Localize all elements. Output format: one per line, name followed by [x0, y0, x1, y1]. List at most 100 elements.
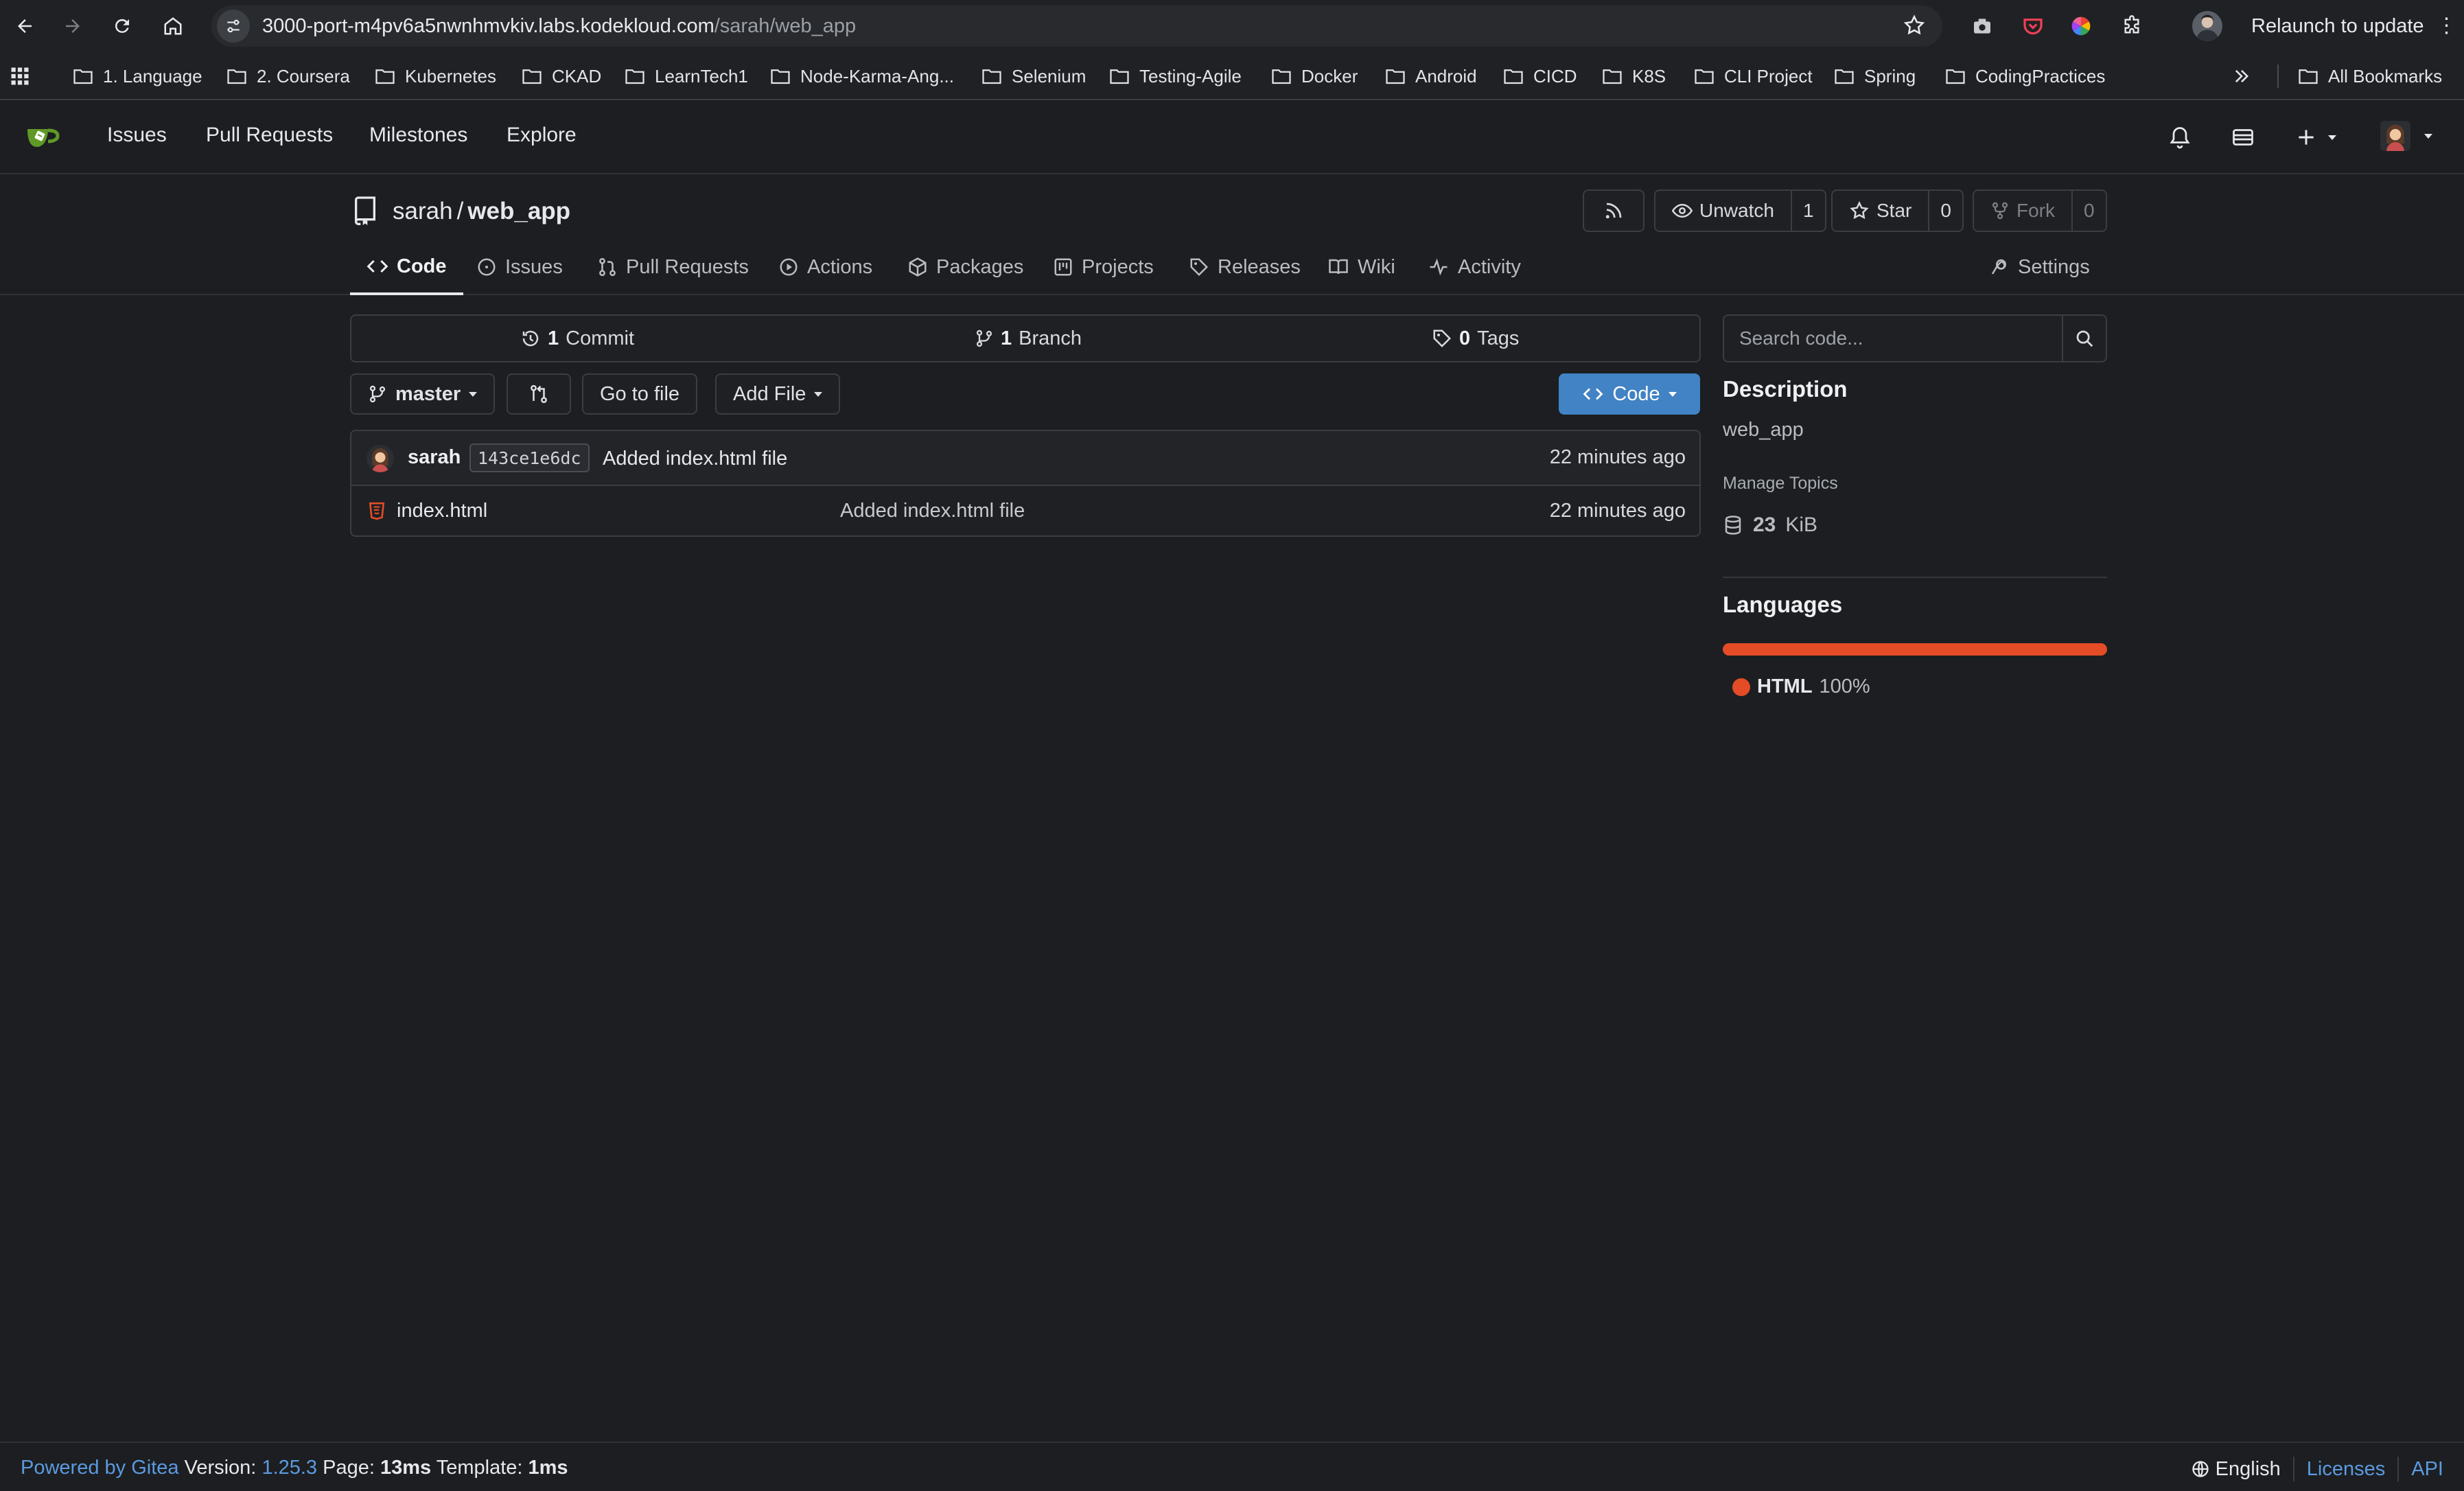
search-button[interactable] — [2062, 316, 2106, 361]
bookmark-item[interactable]: Android — [1385, 62, 1477, 91]
tab-projects[interactable]: Projects — [1053, 240, 1154, 294]
tab-releases[interactable]: Releases — [1189, 240, 1301, 294]
rss-feed-button[interactable] — [1583, 189, 1644, 232]
bookmark-item[interactable]: LearnTech1 — [625, 62, 748, 91]
clone-code-button[interactable]: Code — [1559, 373, 1700, 415]
relaunch-button[interactable]: Relaunch to update ⋮ — [2236, 5, 2464, 47]
fork-button: Fork 0 — [1973, 189, 2107, 232]
color-wheel-extension-icon[interactable] — [2067, 12, 2095, 40]
bookmark-item[interactable]: Testing-Agile — [1109, 62, 1242, 91]
bookmark-item[interactable]: Spring — [1834, 62, 1916, 91]
package-icon — [909, 257, 927, 277]
tab-settings[interactable]: Settings — [1989, 240, 2090, 294]
watch-count[interactable]: 1 — [1790, 191, 1825, 231]
bookmark-item[interactable]: Node-Karma-Ang... — [770, 62, 954, 91]
address-bar[interactable]: 3000-port-m4pv6a5nwnhmvkiv.labs.kodeklou… — [211, 5, 1942, 47]
extensions-puzzle-icon[interactable] — [2118, 12, 2146, 40]
forward-button[interactable] — [56, 10, 89, 43]
repo-description: web_app — [1723, 419, 1804, 441]
bookmark-item[interactable]: 1. Language — [73, 62, 202, 91]
bookmark-item[interactable]: Selenium — [981, 62, 1086, 91]
chevron-down-icon — [1668, 391, 1677, 397]
folder-icon — [1695, 69, 1714, 84]
commit-message[interactable]: Added index.html file — [603, 448, 787, 470]
url-text: 3000-port-m4pv6a5nwnhmvkiv.labs.kodeklou… — [262, 14, 857, 37]
unwatch-button[interactable]: Unwatch 1 — [1654, 189, 1826, 232]
nav-milestones-link[interactable]: Milestones — [369, 124, 467, 147]
repo-name-link[interactable]: web_app — [467, 198, 570, 225]
bookmark-label: CodingPractices — [1975, 65, 2106, 86]
bookmark-label: K8S — [1632, 65, 1666, 86]
bookmarks-overflow-icon[interactable] — [2232, 62, 2251, 91]
fork-label: Fork — [2016, 200, 2055, 221]
folder-icon — [771, 69, 790, 84]
repo-title: sarah / web_app — [351, 196, 570, 227]
language-selector[interactable]: English — [2191, 1458, 2281, 1481]
tab-code[interactable]: Code — [350, 240, 463, 295]
compare-button[interactable] — [507, 373, 571, 415]
tab-issues[interactable]: Issues — [476, 240, 563, 294]
tag-icon — [1433, 330, 1452, 348]
tag-icon — [1190, 258, 1209, 277]
commits-link[interactable]: 1 Commit — [520, 316, 634, 361]
bookmark-item[interactable]: Docker — [1271, 62, 1358, 91]
language-item-html[interactable]: HTML 100% — [1732, 675, 1870, 698]
tab-pull-requests[interactable]: Pull Requests — [597, 240, 749, 294]
powered-by-gitea-link[interactable]: Powered by Gitea — [21, 1457, 179, 1479]
tab-actions[interactable]: Actions — [778, 240, 872, 294]
nav-explore-link[interactable]: Explore — [507, 124, 577, 147]
bookmark-star-icon[interactable] — [1903, 14, 1926, 37]
notifications-bell-icon[interactable] — [2167, 125, 2192, 150]
bookmark-item[interactable]: CodingPractices — [1945, 62, 2105, 91]
reload-button[interactable] — [106, 10, 139, 43]
tab-activity[interactable]: Activity — [1428, 240, 1521, 294]
bookmark-item[interactable]: CKAD — [522, 62, 601, 91]
version-link[interactable]: 1.25.3 — [261, 1457, 317, 1479]
camera-extension-icon[interactable] — [1968, 12, 1996, 40]
all-bookmarks-button[interactable]: All Bookmarks — [2298, 62, 2442, 91]
bookmark-item[interactable]: CICD — [1503, 62, 1577, 91]
star-button[interactable]: Star 0 — [1831, 189, 1964, 232]
manage-topics-link[interactable]: Manage Topics — [1723, 474, 1838, 494]
add-file-button[interactable]: Add File — [715, 373, 841, 415]
star-count[interactable]: 0 — [1928, 191, 1962, 231]
nav-pull-requests-link[interactable]: Pull Requests — [206, 124, 333, 147]
commit-sha[interactable]: 143ce1e6dc — [469, 443, 590, 472]
branches-link[interactable]: 1 Branch — [975, 316, 1082, 361]
home-button[interactable] — [156, 10, 189, 43]
search-code-input[interactable] — [1724, 316, 2062, 361]
tags-link[interactable]: 0 Tags — [1432, 316, 1519, 361]
folder-icon — [1946, 69, 1965, 84]
commit-time: 22 minutes ago — [1549, 446, 1686, 468]
pocket-extension-icon[interactable] — [2019, 12, 2047, 40]
bookmark-item[interactable]: 2. Coursera — [226, 62, 350, 91]
site-info-icon[interactable] — [217, 10, 250, 43]
back-button[interactable] — [8, 10, 41, 43]
branch-selector[interactable]: master — [350, 373, 496, 415]
licenses-link[interactable]: Licenses — [2307, 1458, 2385, 1481]
tab-wiki[interactable]: Wiki — [1327, 240, 1395, 294]
commit-author[interactable]: sarah — [408, 446, 461, 469]
create-new-menu[interactable] — [2295, 126, 2336, 148]
bookmark-label: Testing-Agile — [1139, 65, 1242, 86]
api-link[interactable]: API — [2411, 1458, 2443, 1481]
bookmark-label: Selenium — [1012, 65, 1086, 86]
file-name-link[interactable]: index.html — [397, 500, 487, 522]
repo-owner-link[interactable]: sarah — [393, 198, 453, 225]
bookmark-item[interactable]: CLI Project — [1694, 62, 1813, 91]
profile-avatar-icon[interactable] — [2192, 11, 2222, 41]
bookmark-item[interactable]: K8S — [1602, 62, 1666, 91]
nav-issues-link[interactable]: Issues — [107, 124, 167, 147]
go-to-file-button[interactable]: Go to file — [582, 373, 698, 415]
commit-author-avatar[interactable] — [367, 445, 394, 472]
file-commit-message[interactable]: Added index.html file — [840, 500, 1025, 522]
gitea-logo-icon[interactable] — [25, 122, 66, 152]
bookmark-item[interactable]: Kubernetes — [375, 62, 496, 91]
user-menu[interactable] — [2380, 121, 2432, 151]
stopwatch-list-icon[interactable] — [2231, 125, 2255, 150]
tab-packages[interactable]: Packages — [907, 240, 1023, 294]
tools-icon — [1991, 259, 2006, 275]
apps-grid-icon[interactable] — [10, 62, 30, 91]
bookmark-label: Spring — [1864, 65, 1916, 86]
compare-icon — [531, 384, 547, 404]
